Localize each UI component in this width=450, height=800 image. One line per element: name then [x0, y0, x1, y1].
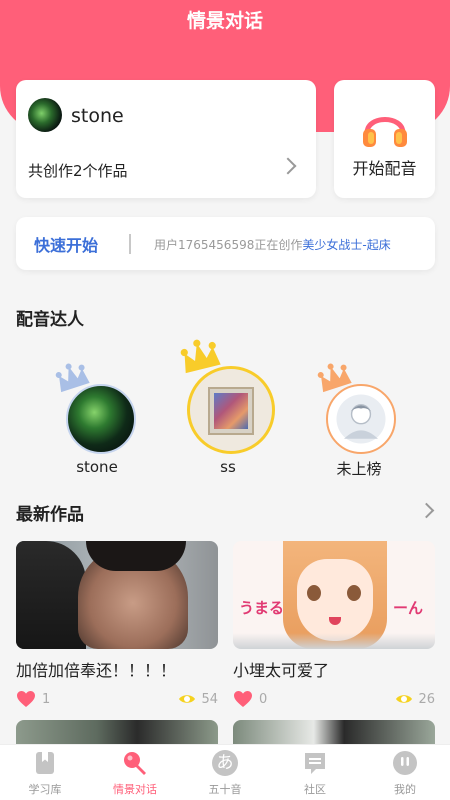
username: stone: [71, 105, 124, 127]
page-title: 情景对话: [186, 10, 263, 32]
works-count: 共创作2个作品: [28, 162, 128, 180]
work-thumbnail[interactable]: [16, 541, 218, 649]
activity-text: 用户1765456598正在创作: [154, 238, 303, 252]
tab-scene-dialogue[interactable]: 情景对话: [90, 745, 180, 800]
quick-start-button[interactable]: 快速开始: [34, 232, 98, 256]
quick-start-bar[interactable]: 快速开始 用户1765456598正在创作美少女战士-起床: [16, 217, 435, 270]
activity-work-link[interactable]: 美少女战士-起床: [302, 238, 390, 252]
like-count: 1: [42, 692, 51, 707]
avatar[interactable]: [28, 98, 62, 132]
latest-works-title: 最新作品: [16, 505, 84, 525]
default-avatar-icon[interactable]: [326, 384, 396, 454]
profile-card[interactable]: stone 共创作2个作品: [16, 80, 316, 198]
chevron-right-icon[interactable]: [418, 502, 435, 519]
tab-label: 情景对话: [113, 783, 157, 796]
rank-name: ss: [220, 458, 236, 476]
chevron-right-icon[interactable]: [279, 157, 297, 175]
work-stats: 1 54: [16, 690, 218, 710]
rank-item-3[interactable]: 未上榜: [314, 362, 404, 482]
view-count: 54: [201, 692, 218, 707]
tab-label: 五十音: [208, 783, 242, 796]
work-card[interactable]: 加倍加倍奉还！！！！ 1 54: [16, 541, 218, 716]
like-count: 0: [259, 692, 268, 707]
tab-study-library[interactable]: 学习库: [0, 745, 90, 800]
work-card[interactable]: うまる ーん 小埋太可爱了 0 26: [233, 541, 435, 716]
tab-label: 学习库: [28, 783, 62, 796]
chat-icon: [305, 753, 325, 774]
hiragana-a-icon: あ: [212, 750, 238, 776]
heart-icon[interactable]: [233, 690, 253, 708]
rank-item-1[interactable]: ss: [178, 338, 278, 483]
bottom-tab-bar: 学习库 情景对话 あ 五十音 社区 我的: [0, 744, 450, 800]
view-count: 26: [418, 692, 435, 707]
start-dubbing-label: 开始配音: [352, 159, 417, 178]
avatar[interactable]: [187, 366, 275, 454]
rank-item-2[interactable]: stone: [52, 362, 142, 482]
eye-icon: [396, 695, 412, 703]
work-stats: 0 26: [233, 690, 435, 710]
rankings-title: 配音达人: [16, 310, 84, 330]
tab-label: 社区: [304, 783, 326, 796]
tab-fifty-sounds[interactable]: あ 五十音: [180, 745, 270, 800]
avatar[interactable]: [66, 384, 136, 454]
rank-name: 未上榜: [336, 460, 382, 478]
tab-community[interactable]: 社区: [270, 745, 360, 800]
start-dubbing-button[interactable]: 开始配音: [334, 80, 435, 198]
rank-name: stone: [76, 458, 118, 476]
bookmark-icon: [36, 752, 54, 774]
heart-icon[interactable]: [16, 690, 36, 708]
work-thumbnail[interactable]: うまる ーん: [233, 541, 435, 649]
tab-mine[interactable]: 我的: [360, 745, 450, 800]
thumbnail-caption-left: うまる: [239, 599, 285, 617]
activity-ticker: 用户1765456598正在创作美少女战士-起床: [154, 236, 391, 253]
tab-label: 我的: [394, 783, 416, 796]
headphones-icon: [363, 117, 407, 147]
thumbnail-caption-right: ーん: [393, 599, 424, 617]
microphone-icon: [124, 752, 146, 775]
profile-icon: [393, 751, 417, 775]
divider: [129, 234, 131, 254]
work-title: 加倍加倍奉还！！！！: [16, 661, 177, 680]
eye-icon: [179, 695, 195, 703]
work-title: 小埋太可爱了: [233, 661, 330, 680]
